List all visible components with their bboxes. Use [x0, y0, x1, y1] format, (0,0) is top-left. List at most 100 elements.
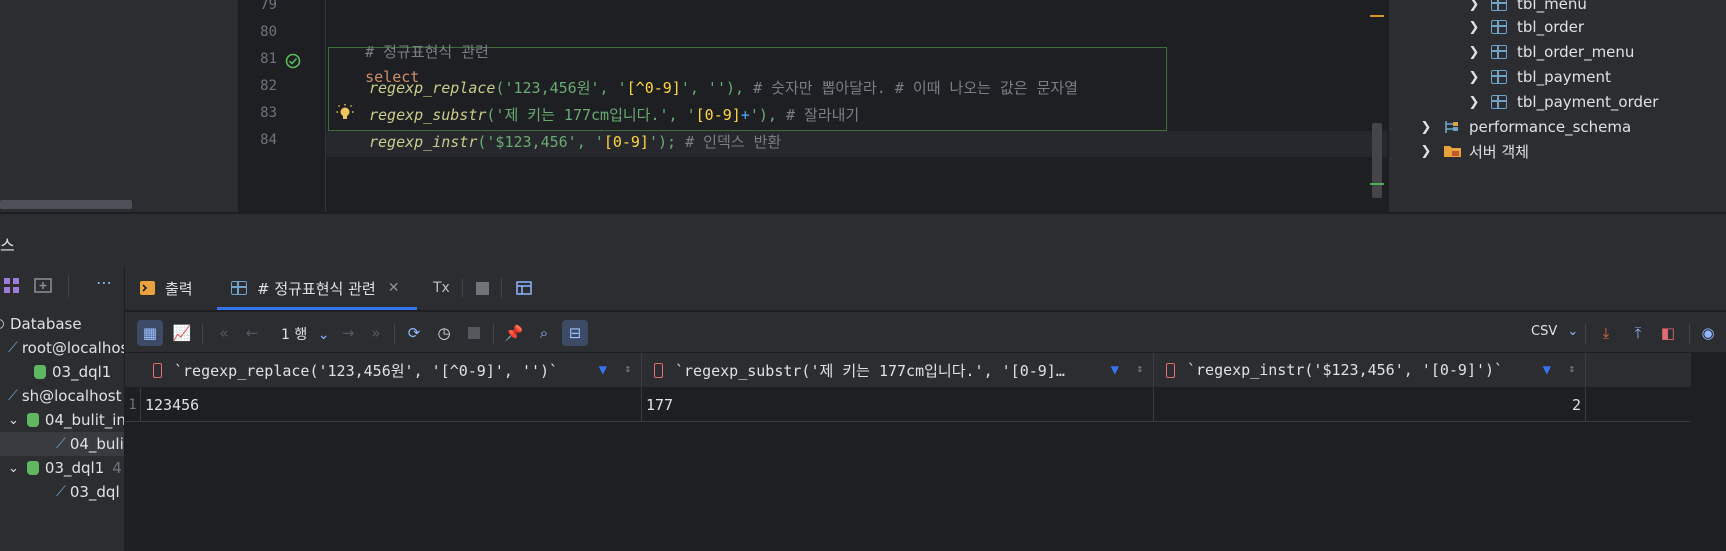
- function-name: regexp_substr: [369, 106, 487, 124]
- plug-icon: [26, 413, 39, 427]
- layout-icon[interactable]: [516, 281, 532, 295]
- tree-session-bulit[interactable]: ⌄ 04_bulit_in: [8, 408, 124, 432]
- tree-table-item[interactable]: ❯ tbl_payment_order: [1467, 90, 1659, 114]
- connection-label: sh@localhost: [21, 387, 122, 405]
- schema-name: performance_schema: [1469, 118, 1632, 136]
- chevron-right-icon[interactable]: ❯: [1419, 120, 1433, 135]
- column-title: `regexp_substr('제 키는 177cm입니다.', '[0-9]…: [675, 361, 1065, 380]
- new-session-icon[interactable]: [34, 277, 54, 295]
- services-toolbar: ⋯: [0, 273, 124, 301]
- warning-marker[interactable]: [1370, 15, 1384, 17]
- chevron-right-icon[interactable]: ❯: [1467, 20, 1481, 35]
- chevron-right-icon[interactable]: ❯: [1467, 95, 1481, 110]
- tree-connection-sh[interactable]: ⟋ sh@localhost: [8, 384, 121, 408]
- filter-icon[interactable]: ▼: [1111, 362, 1119, 378]
- filter-icon[interactable]: ▼: [1543, 362, 1551, 378]
- tree-console-dql1[interactable]: ⟋ 03_dql: [56, 480, 120, 504]
- tree-schema-item[interactable]: ❯ performance_schema: [1419, 115, 1632, 139]
- chevron-right-icon[interactable]: ❯: [1467, 45, 1481, 60]
- tree-table-item[interactable]: ❯ tbl_order_menu: [1467, 40, 1635, 64]
- chart-view-icon[interactable]: 📈: [169, 320, 195, 346]
- schema-icon: [1445, 121, 1458, 133]
- page-selector[interactable]: 1 행 ⌄: [281, 324, 329, 344]
- column-type-icon: [654, 362, 663, 378]
- download-icon[interactable]: ⤓: [1593, 320, 1619, 346]
- grid-view-icon[interactable]: ▦: [137, 320, 163, 346]
- column-title: `regexp_replace('123,456원', '[^0-9]', ''…: [174, 361, 559, 380]
- compare-icon[interactable]: ◧: [1655, 320, 1681, 346]
- ok-marker[interactable]: [1370, 183, 1384, 185]
- services-title: 스: [0, 236, 15, 255]
- table-name: tbl_payment: [1517, 68, 1611, 86]
- search-icon[interactable]: ⌕: [531, 320, 557, 346]
- upload-icon[interactable]: ⤒: [1625, 320, 1651, 346]
- execution-success-icon[interactable]: [285, 53, 301, 69]
- filter-icon[interactable]: ▼: [599, 362, 607, 378]
- tab-query-result[interactable]: # 정규표현식 관련 ✕: [231, 266, 399, 310]
- table-cell[interactable]: 123456: [141, 388, 642, 421]
- regex-bracket: [^0-9]: [626, 79, 681, 97]
- sort-icon[interactable]: ⇕: [1568, 362, 1575, 375]
- first-page-icon[interactable]: «: [211, 320, 237, 346]
- table-icon: [1491, 70, 1507, 84]
- column-header[interactable]: `regexp_instr('$123,456', '[0-9]')` ▼ ⇕: [1154, 353, 1586, 387]
- table-cell[interactable]: 2: [1154, 388, 1586, 421]
- filter-panel-icon[interactable]: ⊟: [562, 320, 588, 346]
- chevron-right-icon[interactable]: ❯: [1419, 144, 1433, 159]
- history-icon[interactable]: ◷: [431, 320, 457, 346]
- session-label: 03_dql1: [44, 459, 105, 477]
- sort-icon[interactable]: ⇕: [1136, 362, 1143, 375]
- chevron-right-icon[interactable]: ❯: [1467, 0, 1481, 12]
- tab-output[interactable]: 출력: [139, 266, 193, 310]
- eye-icon[interactable]: ◉: [1695, 320, 1721, 346]
- tree-console-bulit[interactable]: ⟋ 04_bulit: [56, 432, 124, 456]
- string-literal: ('제 키는 177cm입니다.', ': [486, 106, 696, 124]
- tree-server-objects[interactable]: ❯ 서버 객체: [1419, 139, 1529, 163]
- previous-page-icon[interactable]: ←: [239, 320, 265, 346]
- horizontal-scrollbar[interactable]: [0, 200, 132, 209]
- code-line-84[interactable]: regexp_instr('$123,456', '[0-9]'); # 인덱스…: [369, 131, 781, 152]
- results-tab-bar: 출력 # 정규표현식 관련 ✕ Tx: [125, 266, 1726, 310]
- connection-label: root@localhost: [21, 339, 125, 357]
- group-by-icon[interactable]: [3, 277, 21, 295]
- services-tree: ⋯ Database ⟋ root@localhost 03_dql1 ⟋ sh…: [0, 266, 125, 551]
- vertical-scrollbar[interactable]: [1372, 123, 1382, 198]
- chevron-down-icon[interactable]: ⌄: [8, 461, 19, 476]
- tree-table-item[interactable]: ❯ tbl_menu: [1467, 0, 1587, 16]
- more-options-icon[interactable]: ⋯: [96, 273, 112, 292]
- tree-session-item[interactable]: 03_dql1: [34, 360, 111, 384]
- refresh-icon[interactable]: ⟳: [401, 320, 427, 346]
- chevron-right-icon[interactable]: ❯: [1467, 70, 1481, 85]
- tree-connection-root[interactable]: ⟋ root@localhost: [8, 336, 125, 360]
- chevron-down-icon[interactable]: ⌄: [8, 413, 19, 428]
- next-page-icon[interactable]: →: [335, 320, 361, 346]
- table-icon: [1491, 0, 1507, 11]
- tree-database-root[interactable]: Database: [0, 312, 82, 336]
- tree-table-item[interactable]: ❯ tbl_payment: [1467, 65, 1611, 89]
- code-line-82[interactable]: regexp_replace('123,456원', '[^0-9]', '')…: [369, 77, 1078, 98]
- table-icon: [1491, 95, 1507, 109]
- active-tab-indicator: [217, 307, 417, 310]
- cancel-icon[interactable]: [461, 320, 487, 346]
- sort-icon[interactable]: ⇕: [624, 362, 631, 375]
- column-header[interactable]: `regexp_substr('제 키는 177cm입니다.', '[0-9]……: [642, 353, 1154, 387]
- last-page-icon[interactable]: »: [363, 320, 389, 346]
- database-icon: [0, 319, 4, 329]
- comment-text: # 숫자만 뽑아달라. # 이때 나오는 값은 문자열: [753, 79, 1078, 97]
- tx-button[interactable]: Tx: [433, 266, 450, 310]
- row-number: 1: [125, 388, 141, 421]
- code-editor[interactable]: 79 80 81 82 83 84 # 정규표현식 관련 select rege…: [239, 0, 1387, 212]
- column-header[interactable]: `regexp_replace('123,456원', '[^0-9]', ''…: [141, 353, 642, 387]
- stop-icon[interactable]: [476, 282, 489, 295]
- code-line-83[interactable]: regexp_substr('제 키는 177cm입니다.', '[0-9]+'…: [369, 104, 859, 125]
- tree-session-dql1[interactable]: ⌄ 03_dql1 4: [8, 456, 122, 480]
- close-icon[interactable]: ✕: [388, 280, 400, 296]
- string-literal: '),: [749, 106, 786, 124]
- table-cell[interactable]: 177: [642, 388, 1154, 421]
- export-format-selector[interactable]: CSV ⌄: [1531, 324, 1578, 339]
- pin-icon[interactable]: 📌: [501, 320, 527, 346]
- toolbar-divider: [202, 324, 203, 344]
- toolbar-divider: [68, 275, 69, 297]
- tree-table-item[interactable]: ❯ tbl_order: [1467, 15, 1585, 39]
- table-row[interactable]: 1 123456 177 2: [125, 388, 1691, 422]
